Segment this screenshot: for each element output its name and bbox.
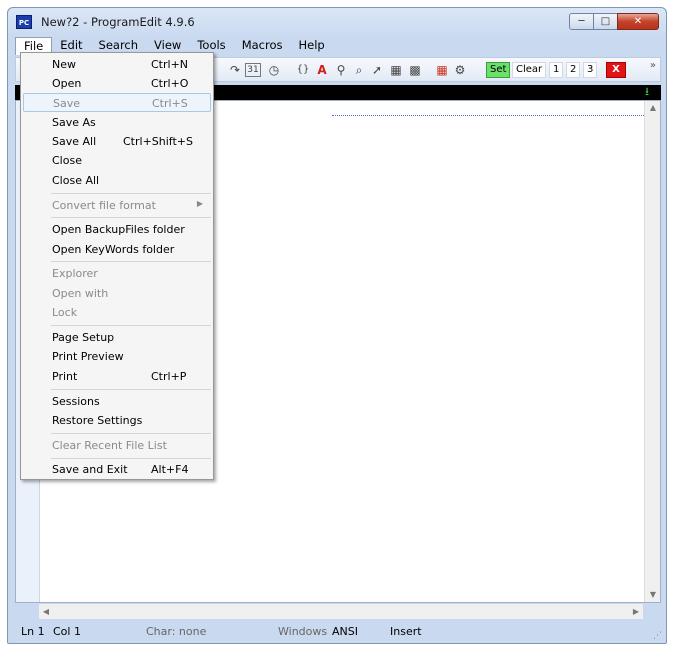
menu-item-save-as[interactable]: Save As [23,113,211,132]
text-color-icon[interactable]: A [314,62,330,78]
palette-icon[interactable]: ▦ [434,62,450,78]
clear-button[interactable]: Clear [512,62,547,78]
file-menu-dropdown: New Ctrl+N Open Ctrl+O Save Ctrl+S Save … [20,52,214,480]
find-next-icon[interactable]: ⌕ [351,62,367,78]
menu-item-new[interactable]: New Ctrl+N [23,55,211,74]
maximize-button[interactable]: □ [593,13,618,30]
maximize-icon: □ [600,16,611,27]
menu-separator [51,389,211,390]
menu-item-convert-file-format[interactable]: Convert file format ▶ [23,196,211,215]
menu-item-print[interactable]: Print Ctrl+P [23,367,211,386]
close-button[interactable]: ✕ [617,13,659,30]
status-line-endings: Windows [278,625,328,638]
slot-1-button[interactable]: 1 [549,62,564,78]
menu-item-close[interactable]: Close [23,151,211,170]
menu-item-save-and-exit[interactable]: Save and Exit Alt+F4 [23,460,211,479]
minimize-button[interactable]: ─ [569,13,594,30]
menu-item-open-keywords-folder[interactable]: Open KeyWords folder [23,240,211,259]
close-icon: ✕ [633,16,643,27]
find-icon[interactable]: ⚲ [333,62,349,78]
menu-separator [51,433,211,434]
horizontal-scrollbar[interactable]: ◀ ▶ [39,604,643,619]
menu-item-save-all[interactable]: Save All Ctrl+Shift+S [23,132,211,151]
menu-item-open[interactable]: Open Ctrl+O [23,74,211,93]
scroll-right-icon[interactable]: ▶ [629,604,643,619]
brackets-icon[interactable]: {} [295,62,311,78]
gear-icon[interactable]: ⚙ [452,62,468,78]
scroll-down-icon[interactable]: ▼ [645,588,661,602]
menu-item-page-setup[interactable]: Page Setup [23,328,211,347]
menu-item-clear-recent-file-list[interactable]: Clear Recent File List [23,436,211,455]
overflow-chevron-icon[interactable]: » [650,60,656,71]
status-encoding: ANSI [332,625,358,638]
scroll-up-icon[interactable]: ▲ [645,101,661,115]
slot-3-button[interactable]: 3 [583,62,598,78]
compare-icon[interactable]: ▩ [407,62,423,78]
toolbar-close-button[interactable]: X [606,62,626,78]
status-line: Ln 1 [21,625,45,638]
set-button[interactable]: Set [486,62,511,78]
status-mode: Insert [390,625,422,638]
menu-item-explorer[interactable]: Explorer [23,264,211,283]
status-char: Char: none [146,625,207,638]
slot-2-button[interactable]: 2 [566,62,581,78]
vertical-scrollbar[interactable]: ▲ ▼ [644,101,660,602]
menu-separator [51,217,211,218]
title-bar: PC New?2 - ProgramEdit 4.9.6 ─ □ ✕ [8,8,666,36]
app-logo-icon: PC [16,15,32,29]
menu-item-print-preview[interactable]: Print Preview [23,347,211,366]
menu-item-open-with[interactable]: Open with [23,284,211,303]
menu-item-restore-settings[interactable]: Restore Settings [23,411,211,430]
submenu-arrow-icon: ▶ [196,199,203,208]
minimize-icon: ─ [578,16,585,27]
find-in-files-icon[interactable]: ▦ [388,62,404,78]
menu-item-save[interactable]: Save Ctrl+S [23,93,211,112]
menu-macros[interactable]: Macros [234,37,291,55]
menu-item-sessions[interactable]: Sessions [23,392,211,411]
clock-icon[interactable]: ◷ [266,62,282,78]
menu-separator [51,325,211,326]
menu-item-open-backupfiles-folder[interactable]: Open BackupFiles folder [23,220,211,239]
window-title: New?2 - ProgramEdit 4.9.6 [41,15,195,29]
menu-separator [51,193,211,194]
status-bar: Ln 1 Col 1 Char: none Windows ANSI Inser… [8,621,666,643]
resize-grip-icon[interactable]: ⋰ [653,631,662,641]
redo-icon[interactable]: ↷ [227,62,243,78]
calendar-icon[interactable]: 31 [245,63,261,77]
menu-item-close-all[interactable]: Close All [23,171,211,190]
menu-help[interactable]: Help [290,37,332,55]
replace-icon[interactable]: ➚ [369,62,385,78]
download-icon[interactable]: ⭳ [645,86,649,98]
status-column: Col 1 [53,625,81,638]
menu-separator [51,261,211,262]
scroll-left-icon[interactable]: ◀ [39,604,53,619]
menu-item-lock[interactable]: Lock [23,303,211,322]
current-line-indicator [332,115,646,116]
menu-separator [51,458,211,459]
window-controls: ─ □ ✕ [569,13,659,30]
